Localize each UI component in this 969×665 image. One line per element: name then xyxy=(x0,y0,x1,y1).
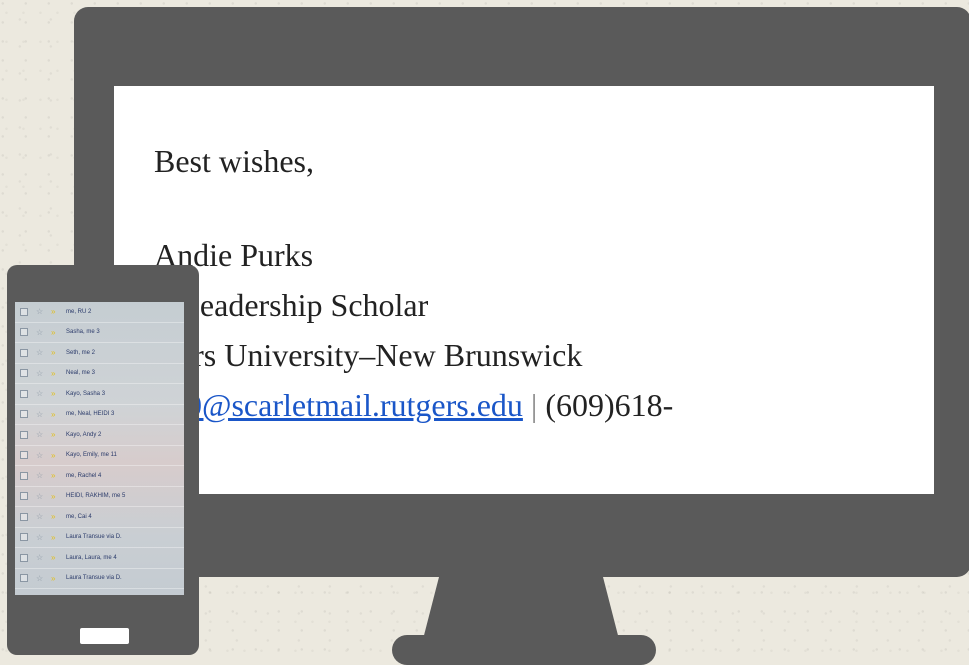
checkbox-icon[interactable] xyxy=(20,389,28,398)
important-marker-icon[interactable]: » xyxy=(51,594,60,595)
important-marker-icon[interactable]: » xyxy=(51,574,60,583)
signature-phone: (609)618- xyxy=(545,387,674,423)
inbox-row[interactable]: ☆ » Laura Transue via D. xyxy=(15,569,184,589)
inbox-row[interactable]: ☆ » me, Neal, HEIDI 3 xyxy=(15,405,184,425)
star-icon[interactable]: ☆ xyxy=(36,389,45,398)
signature-name: Andie Purks xyxy=(154,237,314,273)
inbox-row-sender: me, Cai 4 xyxy=(66,513,92,520)
checkbox-icon[interactable] xyxy=(20,574,28,583)
checkbox-icon[interactable] xyxy=(20,307,28,316)
inbox-row-sender: HEIDI, RAKHIM, me 5 xyxy=(66,493,126,500)
star-icon[interactable]: ☆ xyxy=(36,328,45,337)
important-marker-icon[interactable]: » xyxy=(51,533,60,542)
inbox-row[interactable]: ☆ » HEIDI, RAKHIM, me 5 xyxy=(15,487,184,507)
important-marker-icon[interactable]: » xyxy=(51,389,60,398)
inbox-row-sender: Sasha, me 3 xyxy=(66,329,100,336)
inbox-row[interactable]: ☆ » Laura Transue via D. xyxy=(15,528,184,548)
star-icon[interactable]: ☆ xyxy=(36,471,45,480)
monitor-base xyxy=(392,635,656,665)
checkbox-icon[interactable] xyxy=(20,430,28,439)
inbox-row[interactable]: ☆ » Neal, me 3 xyxy=(15,364,184,384)
star-icon[interactable]: ☆ xyxy=(36,451,45,460)
star-icon[interactable]: ☆ xyxy=(36,348,45,357)
email-signature-screen: Best wishes, Andie Purks L Leadership Sc… xyxy=(114,86,934,494)
important-marker-icon[interactable]: » xyxy=(51,430,60,439)
checkbox-icon[interactable] xyxy=(20,553,28,562)
inbox-row-sender: Laura, Laura, me 4 xyxy=(66,554,117,561)
star-icon[interactable]: ☆ xyxy=(36,307,45,316)
star-icon[interactable]: ☆ xyxy=(36,430,45,439)
signature-greeting: Best wishes, xyxy=(154,143,314,179)
important-marker-icon[interactable]: » xyxy=(51,451,60,460)
important-marker-icon[interactable]: » xyxy=(51,328,60,337)
star-icon[interactable]: ☆ xyxy=(36,369,45,378)
star-icon[interactable]: ☆ xyxy=(36,533,45,542)
checkbox-icon[interactable] xyxy=(20,512,28,521)
checkbox-icon[interactable] xyxy=(20,533,28,542)
inbox-row[interactable]: ☆ » me, Cai 4 xyxy=(15,507,184,528)
checkbox-icon[interactable] xyxy=(20,328,28,337)
important-marker-icon[interactable]: » xyxy=(51,512,60,521)
checkbox-icon[interactable] xyxy=(20,369,28,378)
inbox-row-sender: me, RU 2 xyxy=(66,308,92,315)
checkbox-icon[interactable] xyxy=(20,410,28,419)
inbox-row-sender: me, Rachel 4 xyxy=(66,472,102,479)
star-icon[interactable]: ☆ xyxy=(36,574,45,583)
inbox-row[interactable]: ☆ » Kayo, Emily, me 11 xyxy=(15,446,184,466)
star-icon[interactable]: ☆ xyxy=(36,492,45,501)
inbox-row-sender: Kayo, Sasha 3 xyxy=(66,390,106,397)
important-marker-icon[interactable]: » xyxy=(51,307,60,316)
star-icon[interactable]: ☆ xyxy=(36,410,45,419)
checkbox-icon[interactable] xyxy=(20,348,28,357)
important-marker-icon[interactable]: » xyxy=(51,492,60,501)
email-signature: Best wishes, Andie Purks L Leadership Sc… xyxy=(154,136,673,430)
checkbox-icon[interactable] xyxy=(20,492,28,501)
checkbox-icon[interactable] xyxy=(20,471,28,480)
phone-home-button xyxy=(80,628,129,644)
signature-contact: 450@scarletmail.rutgers.edu | (609)618- xyxy=(154,380,673,430)
signature-separator: | xyxy=(530,387,538,423)
inbox-row[interactable]: ☆ » me, RU 2 xyxy=(15,302,184,323)
inbox-row-sender: Seth, me 2 xyxy=(66,349,96,356)
important-marker-icon[interactable]: » xyxy=(51,553,60,562)
star-icon[interactable]: ☆ xyxy=(36,512,45,521)
signature-title: L Leadership Scholar xyxy=(154,287,429,323)
inbox-row[interactable]: ☆ » Sasha, me 3 xyxy=(15,323,184,343)
inbox-row[interactable]: ☆ » Kayo, Sasha 3 xyxy=(15,384,184,405)
inbox-row-sender: Laura Transue via D. xyxy=(66,575,122,582)
inbox-row[interactable]: ☆ » me, Rachel 4 xyxy=(15,466,184,487)
inbox-row-sender: Laura Transue via D. xyxy=(66,534,122,541)
checkbox-icon[interactable] xyxy=(20,451,28,460)
star-icon[interactable]: ☆ xyxy=(36,553,45,562)
inbox-row[interactable]: ☆ » Laura, Laura, me 4 xyxy=(15,548,184,569)
inbox-row-sender: Kayo, Emily, me 11 xyxy=(66,452,117,459)
star-icon[interactable]: ☆ xyxy=(36,594,45,595)
important-marker-icon[interactable]: » xyxy=(51,410,60,419)
signature-university: tgers University–New Brunswick xyxy=(154,337,583,373)
important-marker-icon[interactable]: » xyxy=(51,471,60,480)
signature-email-link[interactable]: 450@scarletmail.rutgers.edu xyxy=(154,387,523,423)
phone-inbox-list: ☆ » me, RU 2 ☆ » Sasha, me 3 ☆ » Seth, me 2 ☆ » Nea… xyxy=(15,302,184,595)
inbox-row[interactable]: ☆ » Seth, me 2 xyxy=(15,343,184,364)
important-marker-icon[interactable]: » xyxy=(51,348,60,357)
inbox-row[interactable]: ☆»me, Laura, Neal 17 xyxy=(15,589,184,595)
inbox-row-sender: Kayo, Andy 2 xyxy=(66,431,102,438)
important-marker-icon[interactable]: » xyxy=(51,369,60,378)
inbox-row-sender: me, Neal, HEIDI 3 xyxy=(66,411,115,418)
inbox-row[interactable]: ☆ » Kayo, Andy 2 xyxy=(15,425,184,446)
inbox-row-sender: Neal, me 3 xyxy=(66,370,96,377)
